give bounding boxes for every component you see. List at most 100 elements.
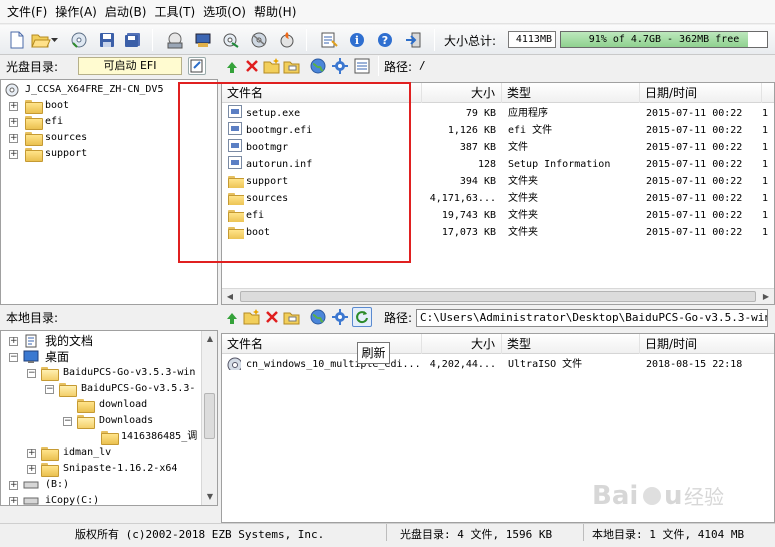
iso-file-row[interactable]: boot 17,073 KB 文件夹 2015-07-11 00:22 1: [222, 224, 774, 241]
globe-icon[interactable]: [308, 307, 328, 327]
file-size: 4,171,63...: [429, 193, 496, 204]
tree-item-long-folder[interactable]: 1416386485_调: [81, 429, 205, 445]
menu-options[interactable]: 选项(O): [200, 0, 249, 24]
iso-hscrollbar[interactable]: ◀ ▶: [222, 288, 774, 304]
col-size[interactable]: 大小: [422, 83, 502, 103]
up-dir-icon[interactable]: [222, 56, 242, 76]
local-path-input[interactable]: C:\Users\Administrator\Desktop\BaiduPCS-…: [416, 309, 768, 327]
col-type[interactable]: 类型: [502, 83, 640, 103]
collapse-icon[interactable]: −: [9, 353, 18, 362]
tree-item-downloads[interactable]: − Downloads: [63, 413, 203, 429]
file-size: 387 KB: [459, 142, 496, 153]
tree-item-my-docs[interactable]: + 我的文档: [9, 333, 199, 349]
rename-icon[interactable]: [282, 56, 302, 76]
tree-item-sources[interactable]: + sources: [9, 130, 189, 146]
extract-disc-icon[interactable]: [68, 29, 90, 51]
save-icon[interactable]: [96, 29, 118, 51]
iso-file-row[interactable]: support 394 KB 文件夹 2015-07-11 00:22 1: [222, 173, 774, 190]
col-name[interactable]: 文件名: [222, 334, 422, 354]
tree-item-baidu2[interactable]: − BaiduPCS-Go-v3.5.3-: [45, 381, 215, 397]
info-icon[interactable]: i: [346, 29, 368, 51]
compress-image-icon[interactable]: [248, 29, 270, 51]
iso-file-row[interactable]: autorun.inf 128 Setup Information 2015-07-1…: [222, 156, 774, 173]
delete-icon[interactable]: [262, 307, 282, 327]
scroll-left-icon[interactable]: ◀: [222, 289, 238, 304]
new-icon[interactable]: [6, 29, 28, 51]
folder-open-icon: [41, 367, 59, 381]
expand-icon[interactable]: +: [9, 134, 18, 143]
save-as-icon[interactable]: [122, 29, 144, 51]
refresh-icon[interactable]: [352, 307, 372, 327]
iso-file-row[interactable]: efi 19,743 KB 文件夹 2015-07-11 00:22 1: [222, 207, 774, 224]
file-date: 2018-08-15 22:18: [646, 359, 743, 370]
delete-icon[interactable]: [242, 56, 262, 76]
tree-item-download[interactable]: download: [63, 397, 203, 413]
collapse-icon[interactable]: −: [63, 417, 72, 426]
iso-file-row[interactable]: setup.exe 79 KB 应用程序 2015-07-11 00:22 1: [222, 105, 774, 122]
iso-file-row[interactable]: bootmgr 387 KB 文件 2015-07-11 00:22 1: [222, 139, 774, 156]
scroll-thumb[interactable]: [204, 393, 215, 439]
rename-icon[interactable]: [282, 307, 302, 327]
open-dropdown-icon[interactable]: [50, 29, 60, 51]
convert-image-icon[interactable]: [220, 29, 242, 51]
tree-item-drive-b[interactable]: + (B:): [9, 477, 199, 493]
tree-item-snipaste[interactable]: + Snipaste-1.16.2-x64: [27, 461, 207, 477]
collapse-icon[interactable]: −: [27, 369, 36, 378]
exit-icon[interactable]: [402, 29, 424, 51]
expand-icon[interactable]: +: [9, 481, 18, 490]
file-list-icon[interactable]: [352, 56, 372, 76]
menu-file[interactable]: 文件(F): [4, 0, 50, 24]
file-name: autorun.inf: [246, 159, 313, 170]
col-type[interactable]: 类型: [502, 334, 640, 354]
boot-edit-icon[interactable]: [188, 57, 206, 75]
local-file-row[interactable]: cn_windows_10_multiple_edi... 4,202,44..…: [222, 356, 774, 373]
expand-icon[interactable]: +: [9, 337, 18, 346]
local-tree-header: 本地目录:: [0, 307, 218, 329]
globe-icon[interactable]: [308, 56, 328, 76]
col-date[interactable]: 日期/时间: [640, 83, 762, 103]
menu-boot[interactable]: 启动(B): [102, 0, 150, 24]
expand-icon[interactable]: +: [9, 150, 18, 159]
expand-icon[interactable]: +: [9, 118, 18, 127]
make-hd-image-icon[interactable]: [192, 29, 214, 51]
tree-item-desktop[interactable]: − 桌面: [9, 349, 199, 365]
expand-icon[interactable]: +: [9, 497, 18, 505]
menu-action[interactable]: 操作(A): [52, 0, 100, 24]
add-icon[interactable]: [242, 307, 262, 327]
tree-item-boot[interactable]: + boot: [9, 98, 189, 114]
make-cd-image-icon[interactable]: [164, 29, 186, 51]
iso-path-value[interactable]: /: [416, 58, 773, 76]
tree-item-support[interactable]: + support: [9, 146, 189, 162]
local-tree-vscrollbar[interactable]: ▲ ▼: [201, 331, 217, 505]
up-dir-icon[interactable]: [222, 307, 242, 327]
collapse-icon[interactable]: −: [45, 385, 54, 394]
menu-help[interactable]: 帮助(H): [251, 0, 299, 24]
iso-file-row[interactable]: bootmgr.efi 1,126 KB efi 文件 2015-07-11 00:2…: [222, 122, 774, 139]
burn-cd-icon[interactable]: [276, 29, 298, 51]
expand-icon[interactable]: +: [27, 465, 36, 474]
scroll-up-icon[interactable]: ▲: [202, 331, 217, 347]
scroll-down-icon[interactable]: ▼: [202, 489, 217, 505]
col-extra[interactable]: [762, 83, 774, 103]
new-folder-icon[interactable]: [262, 56, 282, 76]
expand-icon[interactable]: +: [9, 102, 18, 111]
properties-icon[interactable]: [318, 29, 340, 51]
scroll-right-icon[interactable]: ▶: [758, 289, 774, 304]
scroll-thumb[interactable]: [240, 291, 756, 302]
open-icon[interactable]: [30, 29, 52, 51]
tree-item-idman[interactable]: + idman_lv: [27, 445, 207, 461]
tree-item-drive-c[interactable]: + iCopy(C:): [9, 493, 199, 505]
help-icon[interactable]: ?: [374, 29, 396, 51]
settings-icon[interactable]: [330, 307, 350, 327]
file-name: bootmgr: [246, 142, 289, 153]
settings-icon[interactable]: [330, 56, 350, 76]
tree-item-baidu1[interactable]: − BaiduPCS-Go-v3.5.3-win: [27, 365, 217, 381]
bootable-label[interactable]: 可启动 EFI: [78, 57, 182, 75]
iso-file-row[interactable]: sources 4,171,63... 文件夹 2015-07-11 00:22 1: [222, 190, 774, 207]
expand-icon[interactable]: +: [27, 449, 36, 458]
col-size[interactable]: 大小: [422, 334, 502, 354]
col-date[interactable]: 日期/时间: [640, 334, 774, 354]
tree-item-efi[interactable]: + efi: [9, 114, 189, 130]
menu-tools[interactable]: 工具(T): [151, 0, 198, 24]
col-name[interactable]: 文件名: [222, 83, 422, 103]
